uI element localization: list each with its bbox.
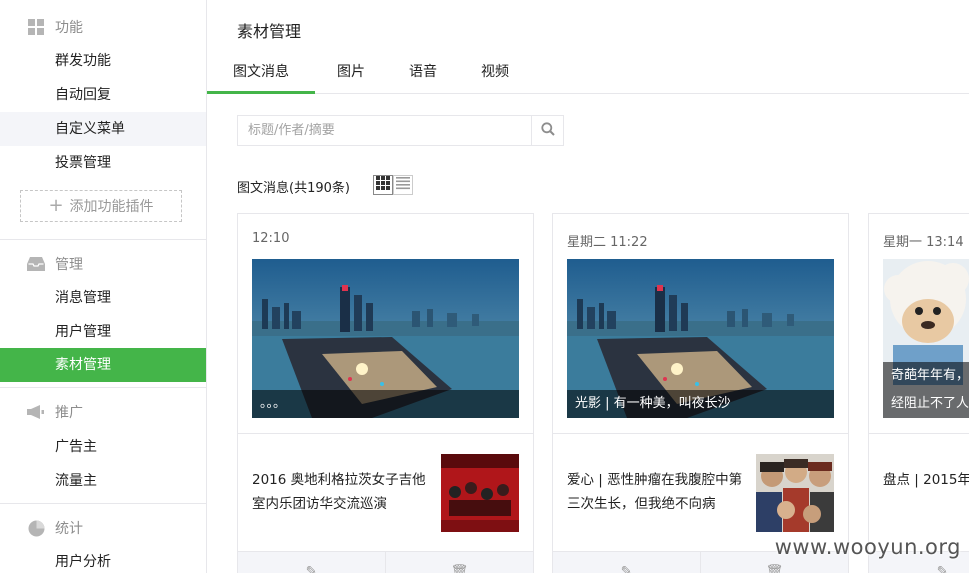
cover-image[interactable]: 。。。: [252, 259, 519, 418]
sub-article-title[interactable]: 2016 奥地利格拉茨女子吉他室内乐团访华交流巡演: [252, 468, 432, 516]
card-actions: ✎ 🗑: [238, 551, 533, 573]
sub-article-thumbnail[interactable]: [441, 454, 519, 532]
grid-view-icon: [376, 176, 390, 194]
watermark: www.wooyun.org: [774, 535, 961, 559]
sidebar-item-custom-menu[interactable]: 自定义菜单: [0, 112, 206, 146]
sidebar-item-vote[interactable]: 投票管理: [0, 146, 206, 180]
tab-voice[interactable]: 语音: [387, 52, 459, 94]
section-manage: 管理: [27, 254, 83, 274]
divider: [869, 433, 969, 434]
inbox-icon: [27, 255, 45, 273]
divider: [553, 433, 848, 434]
cover-image[interactable]: 奇葩年年有， 经阻止不了人: [883, 259, 969, 418]
sidebar-item-messages[interactable]: 消息管理: [0, 281, 206, 315]
news-card[interactable]: 星期一 13:14 奇葩年年有， 经阻止不了人 盘点 | 2015年镜”，谁是真…: [868, 213, 969, 573]
pencil-icon: ✎: [305, 563, 318, 574]
main-content: 素材管理 图文消息 图片 语音 视频 图文消息(共190条) 12:10: [207, 0, 969, 573]
view-toggle: [373, 175, 413, 195]
divider: [238, 433, 533, 434]
cover-caption: 奇葩年年有， 经阻止不了人: [883, 362, 969, 418]
news-card[interactable]: 星期二 11:22 光影 | 有一种美，叫夜长沙 爱心 | 恶性肿瘤在我腹腔中第…: [552, 213, 849, 573]
search-button[interactable]: [531, 116, 563, 145]
sub-article-title[interactable]: 盘点 | 2015年镜”，谁是真: [883, 468, 969, 492]
trash-icon: 🗑: [450, 563, 469, 574]
edit-button[interactable]: ✎: [553, 552, 700, 574]
edit-button[interactable]: ✎: [238, 552, 385, 574]
page-title: 素材管理: [237, 22, 302, 41]
tab-video[interactable]: 视频: [459, 52, 531, 94]
pencil-icon: ✎: [936, 563, 949, 574]
cover-image[interactable]: 光影 | 有一种美，叫夜长沙: [567, 259, 834, 418]
grid-view-button[interactable]: [373, 175, 393, 195]
section-promotion: 推广: [27, 402, 83, 422]
tab-images[interactable]: 图片: [315, 52, 387, 94]
sub-article-thumbnail[interactable]: [756, 454, 834, 532]
section-title: 推广: [55, 405, 83, 421]
section-stats: 统计: [27, 518, 83, 538]
card-time: 星期二 11:22: [567, 235, 648, 250]
search-box: [237, 115, 564, 146]
add-plugin-button[interactable]: + 添加功能插件: [20, 190, 182, 222]
trash-icon: 🗑: [765, 563, 784, 574]
list-view-button[interactable]: [393, 175, 413, 195]
tab-news[interactable]: 图文消息: [207, 52, 315, 94]
sidebar-item-publisher[interactable]: 流量主: [0, 464, 206, 498]
sidebar-item-materials[interactable]: 素材管理: [0, 348, 206, 382]
divider: [0, 387, 206, 388]
section-function: 功能: [27, 17, 83, 37]
search-icon: [540, 121, 555, 140]
plus-icon: +: [48, 195, 64, 216]
delete-button[interactable]: 🗑: [385, 552, 533, 573]
cover-caption: 光影 | 有一种美，叫夜长沙: [567, 390, 834, 418]
megaphone-icon: [27, 403, 45, 421]
sidebar-item-advertiser[interactable]: 广告主: [0, 430, 206, 464]
sidebar-item-user-analysis[interactable]: 用户分析: [0, 545, 206, 579]
tab-bar: 图文消息 图片 语音 视频: [207, 52, 969, 94]
pie-chart-icon: [27, 519, 45, 537]
section-title: 管理: [55, 257, 83, 273]
cover-caption: 。。。: [252, 390, 519, 418]
sidebar-item-users[interactable]: 用户管理: [0, 315, 206, 349]
news-card[interactable]: 12:10 。。。 2016 奥地利格拉茨女子吉他室内乐团访华交流巡演 ✎ 🗑: [237, 213, 534, 573]
divider: [0, 503, 206, 504]
item-count: 图文消息(共190条): [237, 181, 350, 196]
section-title: 统计: [55, 521, 83, 537]
card-time: 星期一 13:14: [883, 235, 964, 250]
pencil-icon: ✎: [620, 563, 633, 574]
card-time: 12:10: [252, 231, 290, 246]
section-title: 功能: [55, 20, 83, 36]
divider: [0, 239, 206, 240]
grid-icon: [27, 18, 45, 36]
sidebar-item-mass-send[interactable]: 群发功能: [0, 44, 206, 78]
sidebar-item-auto-reply[interactable]: 自动回复: [0, 78, 206, 112]
list-view-icon: [396, 176, 410, 194]
cover-caption-line: 奇葩年年有，: [891, 368, 969, 383]
add-plugin-label: 添加功能插件: [69, 199, 154, 215]
search-input[interactable]: [238, 116, 531, 145]
sub-article-title[interactable]: 爱心 | 恶性肿瘤在我腹腔中第三次生长，但我绝不向病: [567, 468, 747, 516]
sidebar: 功能 群发功能 自动回复 自定义菜单 投票管理 + 添加功能插件 管理 消息管理…: [0, 0, 207, 573]
cover-caption-line: 经阻止不了人: [891, 396, 969, 411]
